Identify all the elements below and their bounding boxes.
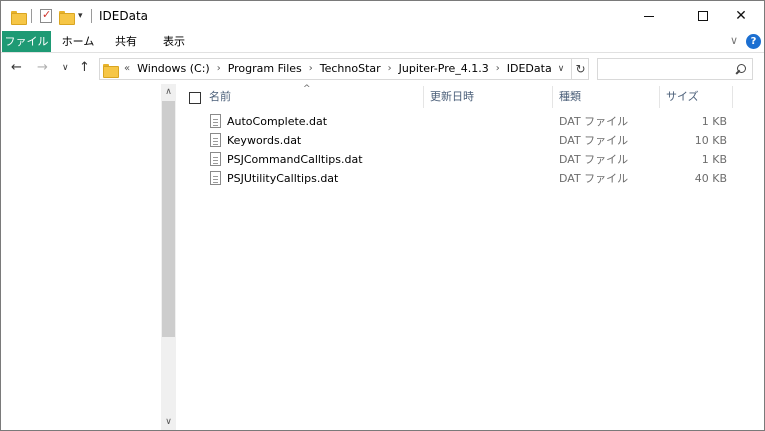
address-folder-icon (103, 63, 119, 78)
help-icon[interactable]: ? (746, 34, 761, 49)
minimize-icon (644, 15, 654, 17)
app-folder-icon (11, 8, 27, 25)
file-size: 1 KB (701, 115, 727, 128)
column-size[interactable]: サイズ (660, 86, 732, 108)
maximize-icon (698, 11, 708, 21)
column-name[interactable]: 名前 (203, 86, 423, 108)
close-icon: ✕ (735, 8, 747, 24)
navigation-pane-scrollbar[interactable]: ∧ ∨ (161, 84, 176, 430)
file-icon (210, 114, 221, 128)
refresh-icon[interactable]: ↻ (571, 59, 589, 79)
tab-home[interactable]: ホーム (55, 31, 101, 52)
file-size: 1 KB (701, 153, 727, 166)
file-type: DAT ファイル (559, 115, 629, 128)
breadcrumb-separator-icon[interactable]: › (305, 59, 317, 79)
title-bar: ▾ IDEData ✕ (1, 1, 764, 31)
breadcrumb-item[interactable]: IDEData (504, 59, 555, 79)
select-all-checkbox[interactable] (189, 92, 201, 104)
navigation-bar: ← → ∨ ↑ « Windows (C:) › Program Files ›… (1, 54, 764, 84)
file-size: 40 KB (694, 172, 727, 185)
column-header: 名前 更新日時 種類 サイズ (177, 86, 764, 108)
properties-icon[interactable] (40, 8, 52, 24)
up-button[interactable]: ↑ (79, 58, 90, 78)
breadcrumb-overflow-icon[interactable]: « (120, 59, 134, 79)
file-row[interactable]: PSJUtilityCalltips.dat DAT ファイル 40 KB (177, 169, 764, 188)
file-row[interactable]: AutoComplete.dat DAT ファイル 1 KB (177, 112, 764, 131)
file-list: ^ 名前 更新日時 種類 サイズ AutoComplete.dat DAT ファ… (177, 84, 764, 430)
minimize-button[interactable] (626, 1, 672, 31)
file-icon (210, 152, 221, 166)
file-name: Keywords.dat (227, 134, 302, 147)
column-modified[interactable]: 更新日時 (424, 86, 552, 108)
file-row[interactable]: PSJCommandCalltips.dat DAT ファイル 1 KB (177, 150, 764, 169)
address-bar[interactable]: « Windows (C:) › Program Files › TechnoS… (99, 58, 589, 80)
breadcrumb-separator-icon[interactable]: › (492, 59, 504, 79)
breadcrumb-separator-icon[interactable]: › (384, 59, 396, 79)
scroll-thumb[interactable] (162, 101, 175, 337)
search-input[interactable] (597, 58, 753, 80)
file-type: DAT ファイル (559, 153, 629, 166)
breadcrumb-item[interactable]: Jupiter-Pre_4.1.3 (396, 59, 492, 79)
new-folder-icon[interactable] (59, 8, 75, 25)
tab-share[interactable]: 共有 (103, 31, 149, 52)
tab-file[interactable]: ファイル (2, 31, 51, 52)
breadcrumb-item[interactable]: Windows (C:) (134, 59, 213, 79)
recent-locations-dropdown[interactable]: ∨ (62, 58, 69, 78)
file-rows: AutoComplete.dat DAT ファイル 1 KB Keywords.… (177, 112, 764, 188)
explorer-window: ▾ IDEData ✕ ファイル ホーム 共有 表示 ∨ ? ← → ∨ ↑ «… (0, 0, 765, 431)
quick-access-dropdown-icon[interactable]: ▾ (78, 8, 83, 24)
file-type: DAT ファイル (559, 172, 629, 185)
ribbon-tabs: ファイル ホーム 共有 表示 ∨ ? (1, 31, 764, 53)
scroll-up-icon[interactable]: ∧ (161, 84, 176, 100)
search-icon[interactable] (736, 64, 746, 74)
back-button[interactable]: ← (11, 58, 22, 78)
file-row[interactable]: Keywords.dat DAT ファイル 10 KB (177, 131, 764, 150)
file-name: PSJUtilityCalltips.dat (227, 172, 339, 185)
file-name: AutoComplete.dat (227, 115, 328, 128)
address-dropdown-icon[interactable]: ∨ (553, 59, 569, 79)
window-title: IDEData (99, 9, 149, 23)
column-type[interactable]: 種類 (553, 86, 659, 108)
breadcrumb-item[interactable]: TechnoStar (317, 59, 384, 79)
breadcrumb: « Windows (C:) › Program Files › TechnoS… (120, 59, 555, 79)
expand-ribbon-chevron-icon[interactable]: ∨ (730, 34, 738, 47)
title-separator (91, 8, 92, 24)
close-button[interactable]: ✕ (718, 1, 764, 31)
breadcrumb-item[interactable]: Program Files (225, 59, 305, 79)
file-icon (210, 171, 221, 185)
tab-view[interactable]: 表示 (151, 31, 197, 52)
scroll-down-icon[interactable]: ∨ (161, 414, 176, 430)
file-type: DAT ファイル (559, 134, 629, 147)
column-divider[interactable] (732, 86, 733, 108)
file-size: 10 KB (694, 134, 727, 147)
file-icon (210, 133, 221, 147)
forward-button[interactable]: → (37, 58, 48, 78)
file-name: PSJCommandCalltips.dat (227, 153, 363, 166)
quick-access-separator (31, 8, 32, 24)
breadcrumb-separator-icon[interactable]: › (213, 59, 225, 79)
